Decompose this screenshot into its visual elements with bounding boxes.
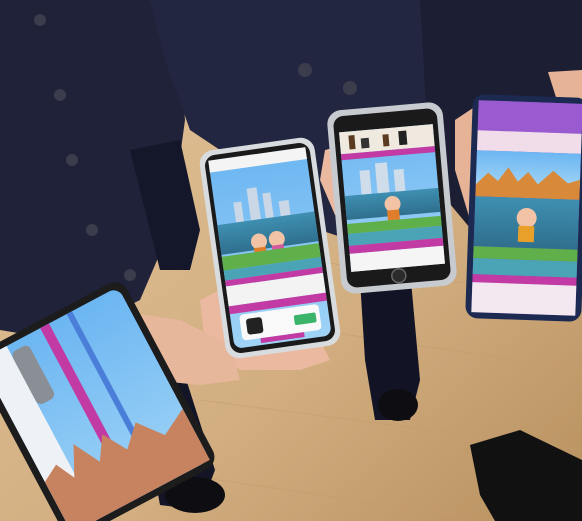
- shoe-center: [378, 389, 418, 421]
- phone-right: [465, 94, 582, 322]
- phone-center-right: [327, 102, 457, 294]
- photo-scene: [0, 0, 582, 521]
